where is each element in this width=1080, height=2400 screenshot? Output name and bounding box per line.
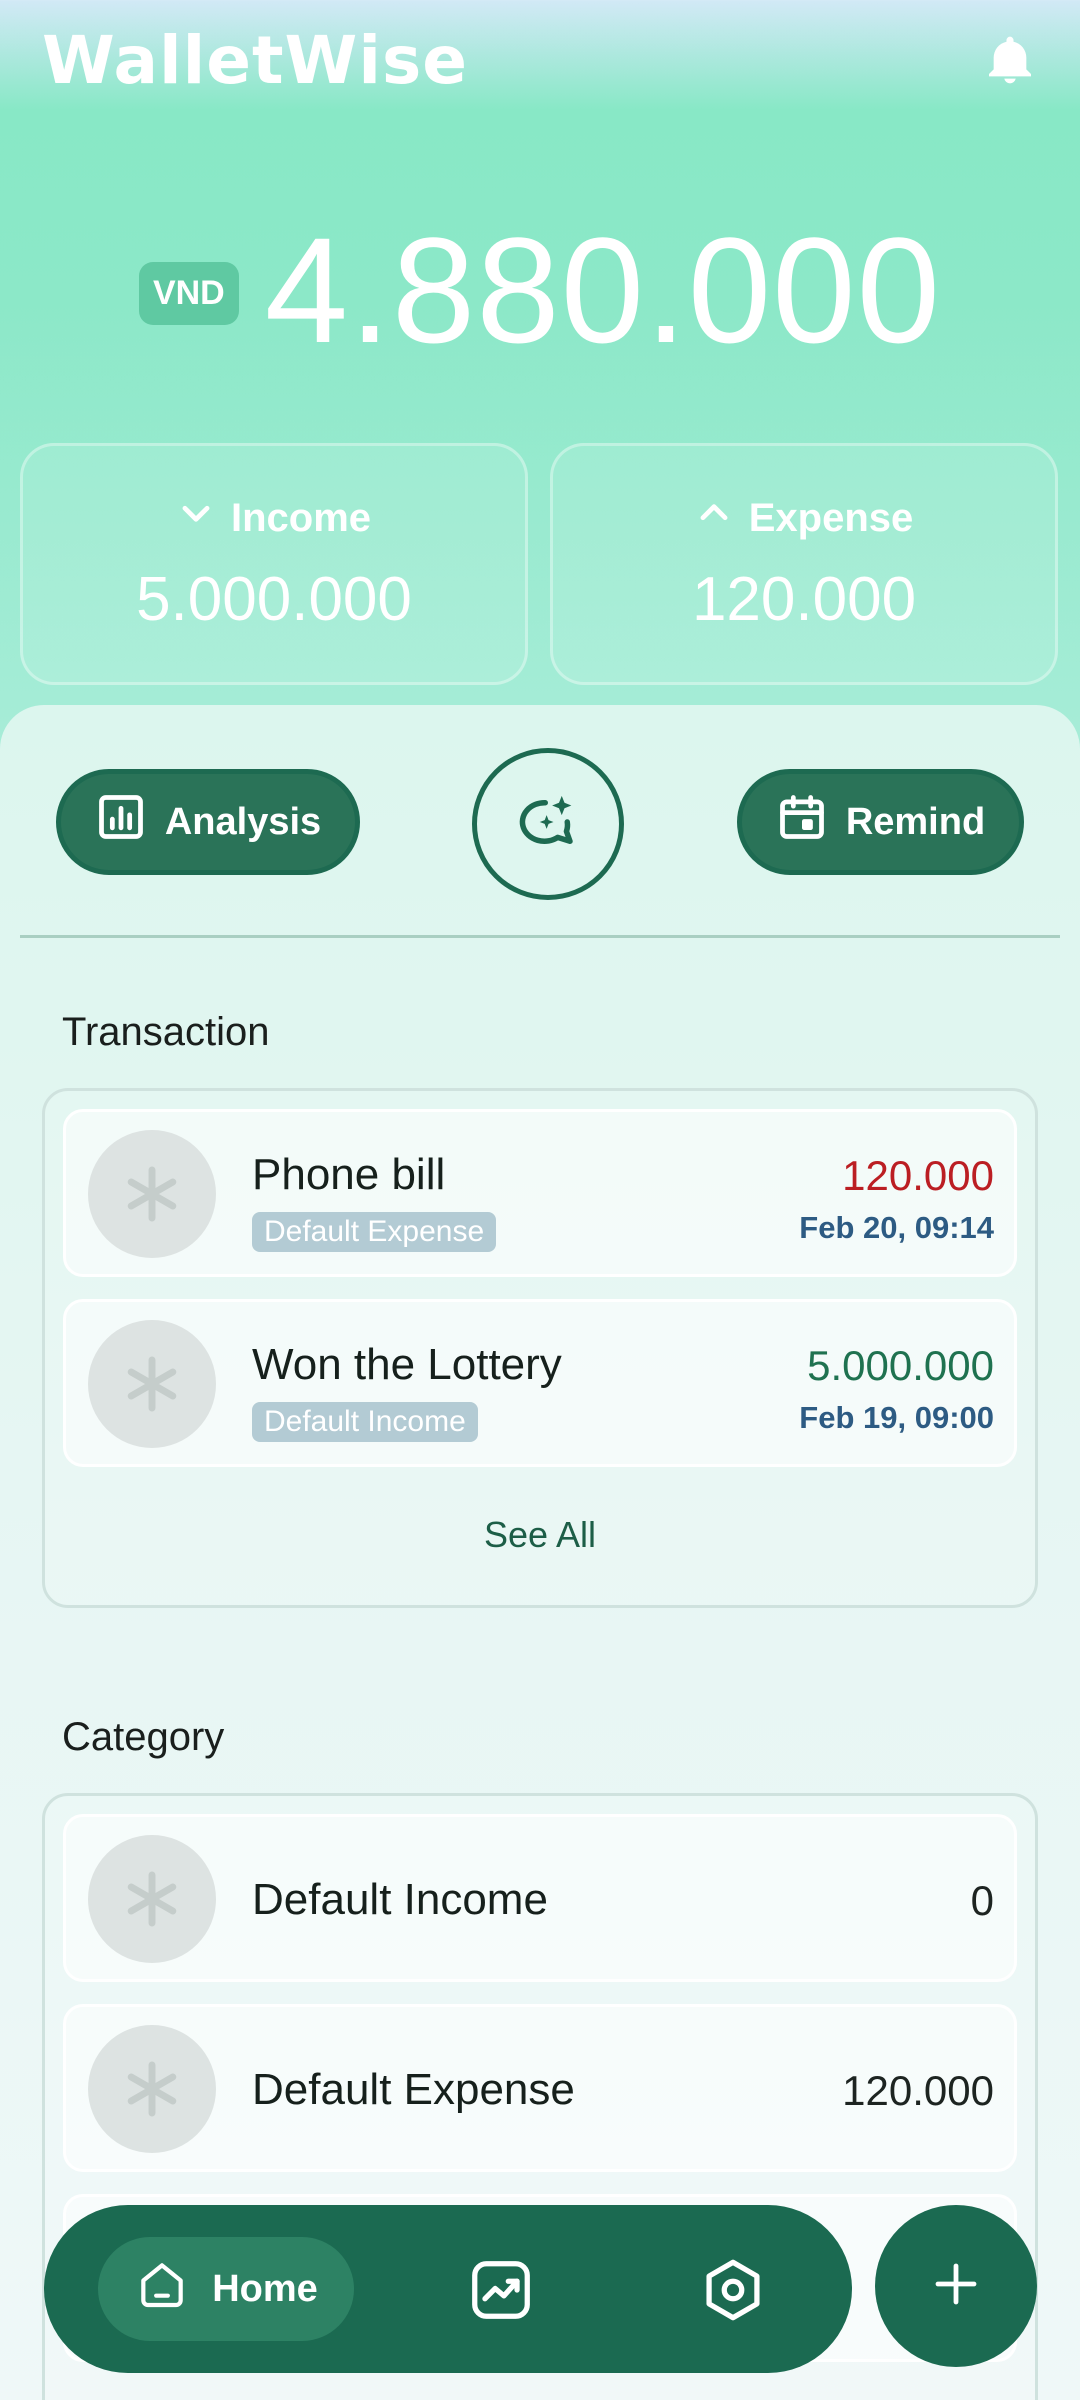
balance-display: VND 4.880.000: [0, 210, 1080, 370]
see-all-link[interactable]: See All: [45, 1514, 1035, 1556]
transaction-name: Phone bill: [252, 1150, 446, 1199]
asterisk-icon: [88, 1835, 216, 1963]
settings-hexagon-icon[interactable]: [698, 2255, 768, 2325]
home-icon: [134, 2256, 190, 2322]
bottom-nav: Home: [44, 2205, 852, 2373]
expense-label: Expense: [748, 495, 914, 540]
remind-button[interactable]: Remind: [737, 769, 1024, 875]
category-amount: 0: [970, 1877, 994, 1924]
transaction-date: Feb 19, 09:00: [799, 1400, 994, 1435]
income-value: 5.000.000: [136, 565, 412, 634]
balance-amount: 4.880.000: [264, 206, 942, 374]
trending-chart-icon[interactable]: [466, 2255, 536, 2325]
analysis-label: Analysis: [164, 800, 322, 843]
category-item[interactable]: Default Expense 120.000: [63, 2004, 1017, 2172]
transaction-name: Won the Lottery: [252, 1340, 562, 1389]
chat-sparkle-icon: [515, 789, 581, 860]
expense-value: 120.000: [691, 565, 917, 634]
category-name: Default Income: [252, 1875, 548, 1924]
divider: [20, 935, 1060, 938]
transaction-category-tag: Default Expense: [252, 1212, 497, 1252]
bar-chart-icon: [95, 791, 147, 853]
add-transaction-button[interactable]: [875, 2205, 1037, 2367]
currency-badge: VND: [138, 261, 239, 325]
main-sheet: Analysis Remind Transaction Phone bill D…: [0, 705, 1080, 2400]
analysis-button[interactable]: Analysis: [56, 769, 360, 875]
nav-home-label: Home: [212, 2267, 318, 2310]
transaction-list: Phone bill Default Expense 120.000 Feb 2…: [42, 1088, 1038, 1608]
chevron-up-icon: [695, 494, 733, 542]
category-section-title: Category: [62, 1715, 225, 1759]
expense-summary-card[interactable]: Expense 120.000: [550, 443, 1058, 685]
asterisk-icon: [88, 2025, 216, 2153]
transaction-item[interactable]: Won the Lottery Default Income 5.000.000…: [63, 1299, 1017, 1467]
app-title: WalletWise: [42, 22, 469, 99]
asterisk-icon: [88, 1320, 216, 1448]
income-summary-card[interactable]: Income 5.000.000: [20, 443, 528, 685]
app-header: WalletWise: [0, 0, 1080, 130]
category-amount: 120.000: [842, 2067, 994, 2114]
chevron-down-icon: [177, 494, 215, 542]
calendar-icon: [776, 791, 828, 853]
bell-icon[interactable]: [982, 32, 1038, 88]
remind-label: Remind: [845, 800, 986, 843]
transaction-section-title: Transaction: [62, 1010, 270, 1054]
transaction-category-tag: Default Income: [252, 1402, 478, 1442]
plus-icon: [932, 2260, 980, 2313]
nav-home[interactable]: Home: [98, 2237, 354, 2341]
category-name: Default Expense: [252, 2065, 575, 2114]
transaction-amount: 120.000: [842, 1152, 994, 1199]
asterisk-icon: [88, 1130, 216, 1258]
income-label: Income: [230, 495, 372, 540]
transaction-item[interactable]: Phone bill Default Expense 120.000 Feb 2…: [63, 1109, 1017, 1277]
ai-assistant-button[interactable]: [472, 748, 624, 900]
transaction-date: Feb 20, 09:14: [799, 1210, 994, 1245]
category-item[interactable]: Default Income 0: [63, 1814, 1017, 1982]
transaction-amount: 5.000.000: [807, 1342, 994, 1389]
